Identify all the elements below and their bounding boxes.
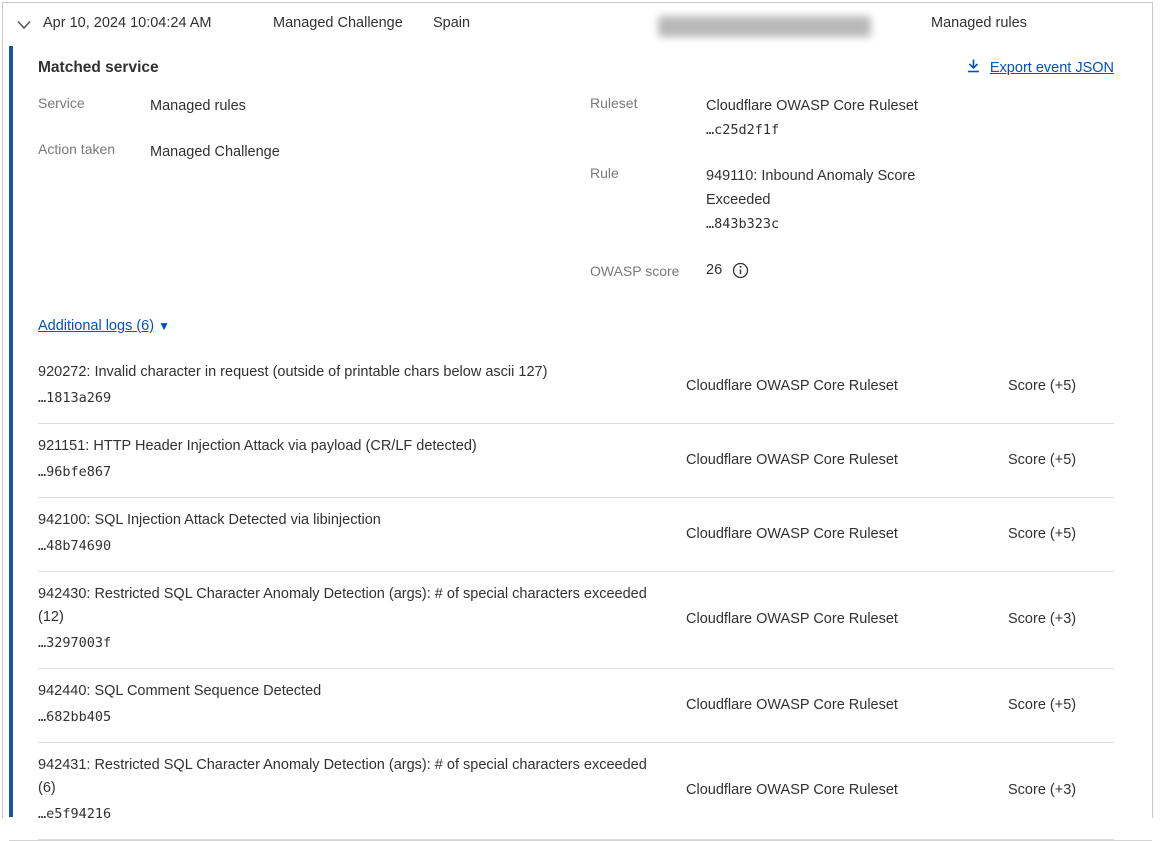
log-row: 921151: HTTP Header Injection Attack via… (38, 424, 1114, 498)
field-service: Service Managed rules (38, 94, 590, 118)
field-label: Service (38, 94, 150, 111)
log-rule-title: 920272: Invalid character in request (ou… (38, 361, 656, 384)
log-row: 942431: Restricted SQL Character Anomaly… (38, 743, 1114, 840)
field-label: OWASP score (590, 262, 706, 279)
log-ruleset: Cloudflare OWASP Core Ruleset (686, 782, 1008, 798)
field-label: Ruleset (590, 94, 706, 111)
field-ruleset: Ruleset Cloudflare OWASP Core Ruleset …c… (590, 94, 1114, 142)
info-icon[interactable] (732, 262, 749, 279)
download-icon (966, 58, 981, 78)
log-rule-title: 921151: HTTP Header Injection Attack via… (38, 435, 656, 458)
log-score: Score (+5) (1008, 452, 1114, 468)
owasp-score-value: 26 (706, 258, 722, 282)
event-service: Managed rules (931, 15, 1027, 31)
log-ruleset: Cloudflare OWASP Core Ruleset (686, 697, 1008, 713)
event-action: Managed Challenge (273, 15, 403, 31)
log-ruleset: Cloudflare OWASP Core Ruleset (686, 526, 1008, 542)
log-ruleset: Cloudflare OWASP Core Ruleset (686, 611, 1008, 627)
field-label: Action taken (38, 140, 150, 157)
event-summary-row[interactable]: Apr 10, 2024 10:04:24 AM Managed Challen… (3, 3, 1152, 46)
log-score: Score (+5) (1008, 526, 1114, 542)
additional-logs-label: Additional logs (6) (38, 318, 154, 334)
export-link-label: Export event JSON (990, 60, 1114, 76)
log-rule-title: 942100: SQL Injection Attack Detected vi… (38, 509, 656, 532)
field-owasp-score: OWASP score 26 (590, 258, 1114, 282)
rule-name: 949110: Inbound Anomaly Score Exceeded (706, 164, 941, 212)
log-rule-hash: …3297003f (38, 631, 656, 655)
field-label: Rule (590, 164, 706, 181)
log-rule-hash: …96bfe867 (38, 460, 656, 484)
event-timestamp: Apr 10, 2024 10:04:24 AM (43, 15, 212, 31)
log-rule-hash: …48b74690 (38, 534, 656, 558)
export-event-json-link[interactable]: Export event JSON (966, 58, 1114, 78)
log-ruleset: Cloudflare OWASP Core Ruleset (686, 452, 1008, 468)
field-action-taken: Action taken Managed Challenge (38, 140, 590, 164)
ruleset-name: Cloudflare OWASP Core Ruleset (706, 94, 918, 118)
log-row: 942100: SQL Injection Attack Detected vi… (38, 498, 1114, 572)
log-rule-title: 942440: SQL Comment Sequence Detected (38, 680, 656, 703)
log-score: Score (+5) (1008, 378, 1114, 394)
log-row: 942430: Restricted SQL Character Anomaly… (38, 572, 1114, 669)
field-value: Managed rules (150, 94, 246, 118)
redacted-field-blur (658, 16, 871, 37)
log-rule-title: 942431: Restricted SQL Character Anomaly… (38, 754, 656, 800)
log-score: Score (+3) (1008, 782, 1114, 798)
fields-right-column: Ruleset Cloudflare OWASP Core Ruleset …c… (590, 94, 1114, 304)
field-value: Managed Challenge (150, 140, 280, 164)
log-rule-hash: …e5f94216 (38, 802, 656, 826)
additional-logs-table: 920272: Invalid character in request (ou… (38, 350, 1114, 840)
chevron-down-icon[interactable] (15, 18, 33, 30)
event-detail-container: Apr 10, 2024 10:04:24 AM Managed Challen… (2, 2, 1153, 818)
log-score: Score (+5) (1008, 697, 1114, 713)
ruleset-hash: …c25d2f1f (706, 118, 918, 142)
triangle-down-icon: ▼ (158, 320, 170, 332)
log-rule-title: 942430: Restricted SQL Character Anomaly… (38, 583, 656, 629)
matched-service-panel: Matched service Export event JSON Servic… (9, 46, 1152, 817)
panel-title: Matched service (38, 59, 159, 77)
log-row: 942440: SQL Comment Sequence Detected …6… (38, 669, 1114, 743)
fields-left-column: Service Managed rules Action taken Manag… (38, 94, 590, 304)
log-rule-hash: …682bb405 (38, 705, 656, 729)
event-country: Spain (433, 15, 470, 31)
rule-hash: …843b323c (706, 212, 941, 236)
log-row: 920272: Invalid character in request (ou… (38, 350, 1114, 424)
log-score: Score (+3) (1008, 611, 1114, 627)
log-ruleset: Cloudflare OWASP Core Ruleset (686, 378, 1008, 394)
additional-logs-toggle[interactable]: Additional logs (6) ▼ (38, 318, 170, 334)
log-rule-hash: …1813a269 (38, 386, 656, 410)
field-rule: Rule 949110: Inbound Anomaly Score Excee… (590, 164, 1114, 236)
